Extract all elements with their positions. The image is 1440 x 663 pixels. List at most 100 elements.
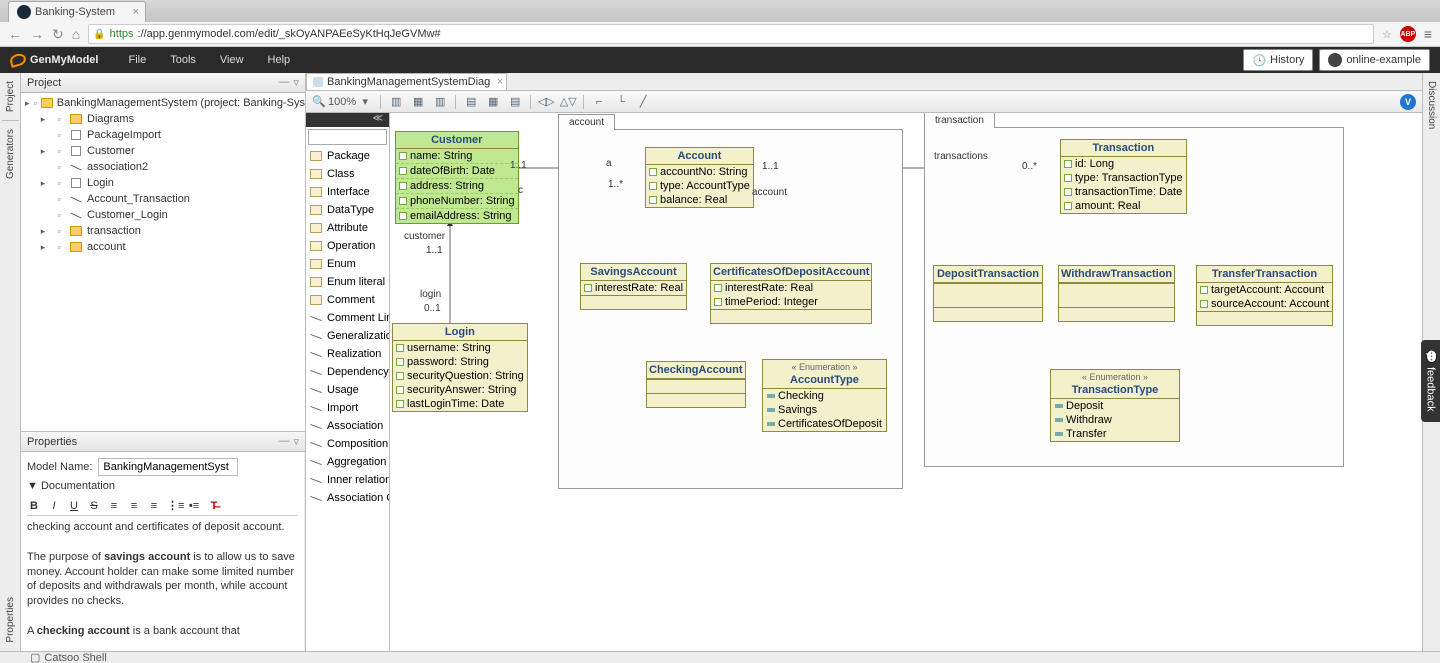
palette-item[interactable]: Inner relation: [306, 471, 389, 489]
class-login[interactable]: Login username: Stringpassword: Stringse…: [392, 323, 528, 412]
tree-item[interactable]: ▫association2: [21, 159, 305, 175]
palette-item[interactable]: Association C...: [306, 489, 389, 507]
palette-item[interactable]: Enum literal: [306, 273, 389, 291]
palette-item[interactable]: Generalization: [306, 327, 389, 345]
panel-menu-icon[interactable]: ▿: [293, 76, 299, 89]
validation-badge[interactable]: V: [1400, 94, 1416, 110]
palette-item[interactable]: Dependency: [306, 363, 389, 381]
class-cod[interactable]: CertificatesOfDepositAccount interestRat…: [710, 263, 872, 324]
palette-item[interactable]: Enum: [306, 255, 389, 273]
palette-item[interactable]: Import: [306, 399, 389, 417]
history-button[interactable]: 🕓 History: [1243, 49, 1313, 71]
align-left-icon[interactable]: ≡: [107, 500, 121, 512]
enum-accounttype[interactable]: « Enumeration » AccountType CheckingSavi…: [762, 359, 887, 432]
zoom-dropdown-icon[interactable]: ▾: [358, 95, 372, 109]
palette-item[interactable]: Realization: [306, 345, 389, 363]
browser-tab[interactable]: Banking-System ×: [8, 1, 146, 22]
palette-item[interactable]: Association: [306, 417, 389, 435]
app-logo[interactable]: GenMyModel: [10, 54, 98, 66]
align-right-icon[interactable]: ≡: [147, 500, 161, 512]
italic-button[interactable]: I: [47, 500, 61, 512]
class-transaction[interactable]: Transaction id: Longtype: TransactionTyp…: [1060, 139, 1187, 214]
palette-item[interactable]: Class: [306, 165, 389, 183]
menu-view[interactable]: View: [208, 50, 256, 70]
tree-item[interactable]: ▫Account_Transaction: [21, 191, 305, 207]
class-deposit[interactable]: DepositTransaction: [933, 265, 1043, 322]
tree-item[interactable]: ▫Customer_Login: [21, 207, 305, 223]
align-right-icon[interactable]: ▥: [433, 95, 447, 109]
tree-item[interactable]: ▫PackageImport: [21, 127, 305, 143]
back-icon[interactable]: ←: [8, 26, 22, 42]
class-withdraw[interactable]: WithdrawTransaction: [1058, 265, 1175, 322]
palette-search[interactable]: [308, 129, 387, 145]
documentation-text[interactable]: checking account and certificates of dep…: [27, 520, 298, 639]
class-checking[interactable]: CheckingAccount: [646, 361, 746, 408]
palette-item[interactable]: Operation: [306, 237, 389, 255]
ul-icon[interactable]: •≡: [187, 500, 201, 512]
dist-h-icon[interactable]: ◁▷: [539, 95, 553, 109]
vtab-discussion[interactable]: Discussion: [1423, 73, 1440, 137]
strike-button[interactable]: S: [87, 500, 101, 512]
align-center-icon[interactable]: ≡: [127, 500, 141, 512]
align-bottom-icon[interactable]: ▤: [508, 95, 522, 109]
status-text[interactable]: Catsoo Shell: [44, 652, 106, 663]
reload-icon[interactable]: ↻: [52, 26, 64, 43]
vtab-generators[interactable]: Generators: [2, 120, 19, 187]
menu-help[interactable]: Help: [256, 50, 303, 70]
vtab-properties[interactable]: Properties: [2, 589, 19, 651]
dist-v-icon[interactable]: △▽: [561, 95, 575, 109]
model-name-input[interactable]: [98, 458, 238, 476]
align-left-icon[interactable]: ▥: [389, 95, 403, 109]
menu-icon[interactable]: ≡: [1424, 26, 1432, 42]
align-middle-icon[interactable]: ▦: [486, 95, 500, 109]
user-button[interactable]: online-example: [1319, 49, 1430, 71]
connector-icon[interactable]: ╱: [636, 95, 650, 109]
palette-item[interactable]: Package: [306, 147, 389, 165]
project-tree[interactable]: ▸▫BankingManagementSystem (project: Bank…: [21, 93, 305, 431]
class-transfer[interactable]: TransferTransaction targetAccount: Accou…: [1196, 265, 1333, 326]
feedback-tab[interactable]: 💬 feedback: [1421, 340, 1440, 422]
palette-collapse[interactable]: ≪: [306, 113, 389, 127]
minimize-icon[interactable]: —: [278, 435, 289, 448]
adblock-icon[interactable]: ABP: [1400, 26, 1416, 42]
palette-item[interactable]: Aggregation: [306, 453, 389, 471]
tree-item[interactable]: ▸▫Customer: [21, 143, 305, 159]
menu-tools[interactable]: Tools: [158, 50, 208, 70]
palette-item[interactable]: DataType: [306, 201, 389, 219]
tree-item[interactable]: ▸▫Diagrams: [21, 111, 305, 127]
editor-tab[interactable]: BankingManagementSystemDiag ×: [306, 73, 507, 90]
tree-item[interactable]: ▸▫Login: [21, 175, 305, 191]
palette-item[interactable]: Comment: [306, 291, 389, 309]
home-icon[interactable]: ⌂: [72, 26, 80, 42]
close-icon[interactable]: ×: [133, 6, 139, 18]
palette-item[interactable]: Usage: [306, 381, 389, 399]
tree-item[interactable]: ▸▫account: [21, 239, 305, 255]
palette-item[interactable]: Attribute: [306, 219, 389, 237]
close-icon[interactable]: ×: [497, 76, 503, 88]
forward-icon[interactable]: →: [30, 26, 44, 42]
class-savings[interactable]: SavingsAccount interestRate: Real: [580, 263, 687, 310]
align-center-icon[interactable]: ▦: [411, 95, 425, 109]
palette-item[interactable]: Interface: [306, 183, 389, 201]
tree-item[interactable]: ▸▫BankingManagementSystem (project: Bank…: [21, 95, 305, 111]
vtab-project[interactable]: Project: [2, 73, 19, 120]
panel-menu-icon[interactable]: ▿: [293, 435, 299, 448]
palette-item[interactable]: Composition: [306, 435, 389, 453]
class-account[interactable]: Account accountNo: Stringtype: AccountTy…: [645, 147, 754, 208]
minimize-icon[interactable]: —: [278, 76, 289, 89]
connector-icon[interactable]: ⌐: [592, 95, 606, 109]
tree-item[interactable]: ▸▫transaction: [21, 223, 305, 239]
bold-button[interactable]: B: [27, 500, 41, 512]
ol-icon[interactable]: ⋮≡: [167, 499, 181, 512]
connector-icon[interactable]: └: [614, 95, 628, 109]
palette-item[interactable]: Comment Link: [306, 309, 389, 327]
zoom-icon[interactable]: 🔍: [312, 95, 326, 109]
clear-format-icon[interactable]: T̶: [207, 500, 221, 512]
documentation-header[interactable]: ▼ Documentation: [27, 480, 298, 492]
canvas[interactable]: account transaction Customer name: Strin…: [390, 113, 1422, 651]
address-bar[interactable]: 🔒 https://app.genmymodel.com/edit/_skOyA…: [88, 24, 1374, 44]
underline-button[interactable]: U: [67, 500, 81, 512]
align-top-icon[interactable]: ▤: [464, 95, 478, 109]
bookmark-icon[interactable]: ☆: [1382, 28, 1392, 41]
enum-transactiontype[interactable]: « Enumeration » TransactionType DepositW…: [1050, 369, 1180, 442]
